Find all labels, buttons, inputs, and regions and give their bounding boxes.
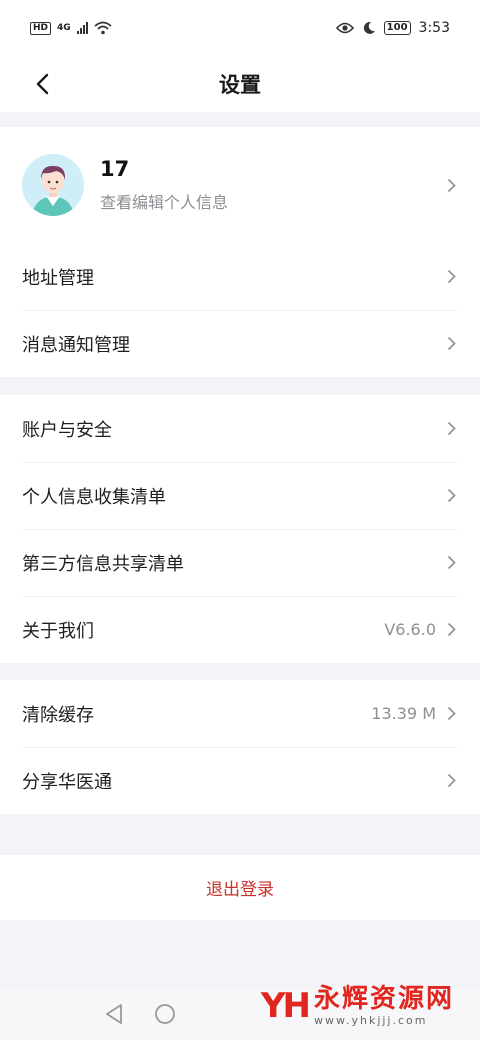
clear-cache-row[interactable]: 清除缓存 13.39 M bbox=[0, 680, 480, 747]
cache-size-value: 13.39 M bbox=[371, 704, 436, 723]
chevron-right-icon bbox=[444, 421, 458, 436]
network-type: 4G bbox=[57, 23, 71, 33]
notification-management-row[interactable]: 消息通知管理 bbox=[0, 310, 480, 377]
chevron-left-icon bbox=[36, 73, 49, 95]
profile-row[interactable]: 17 查看编辑个人信息 bbox=[0, 127, 480, 243]
chevron-right-icon bbox=[444, 773, 458, 788]
battery-indicator: 100 bbox=[383, 21, 411, 35]
wifi-icon bbox=[94, 21, 112, 35]
row-label: 关于我们 bbox=[22, 620, 94, 642]
chevron-right-icon bbox=[444, 336, 458, 351]
profile-name: 17 bbox=[100, 157, 130, 181]
chevron-right-icon bbox=[444, 178, 458, 192]
row-label: 清除缓存 bbox=[22, 704, 94, 726]
misc-section: 清除缓存 13.39 M 分享华医通 bbox=[0, 680, 480, 814]
row-label: 账户与安全 bbox=[22, 419, 112, 441]
avatar bbox=[22, 154, 84, 216]
about-us-row[interactable]: 关于我们 V6.6.0 bbox=[0, 596, 480, 663]
nav-back-icon[interactable] bbox=[104, 1003, 124, 1025]
personal-info-list-row[interactable]: 个人信息收集清单 bbox=[0, 462, 480, 529]
profile-section: 17 查看编辑个人信息 地址管理 消息通知管理 bbox=[0, 127, 480, 377]
row-label: 分享华医通 bbox=[22, 771, 112, 793]
watermark-logo: YH bbox=[260, 985, 311, 1026]
moon-icon bbox=[363, 21, 375, 34]
chevron-right-icon bbox=[444, 622, 458, 637]
row-label: 第三方信息共享清单 bbox=[22, 553, 184, 575]
row-label: 消息通知管理 bbox=[22, 334, 130, 356]
profile-subtitle: 查看编辑个人信息 bbox=[100, 193, 229, 212]
page-title: 设置 bbox=[219, 73, 261, 97]
back-button[interactable] bbox=[22, 64, 62, 104]
account-security-row[interactable]: 账户与安全 bbox=[0, 395, 480, 462]
hd-badge: HD bbox=[30, 21, 52, 35]
share-app-row[interactable]: 分享华医通 bbox=[0, 747, 480, 814]
third-party-sharing-row[interactable]: 第三方信息共享清单 bbox=[0, 529, 480, 596]
chevron-right-icon bbox=[444, 488, 458, 503]
chevron-right-icon bbox=[444, 269, 458, 284]
nav-home-icon[interactable] bbox=[154, 1003, 176, 1025]
watermark-url: www.yhkjjj.com bbox=[313, 1014, 428, 1027]
logout-button[interactable]: 退出登录 bbox=[0, 855, 480, 920]
watermark: YH 永辉资源网 www.yhkjjj.com bbox=[261, 984, 454, 1027]
status-bar: HD 4G 100 3:53 bbox=[0, 0, 480, 56]
watermark-name: 永辉资源网 bbox=[313, 984, 454, 1014]
row-label: 地址管理 bbox=[22, 267, 94, 289]
eye-icon bbox=[335, 22, 354, 34]
chevron-right-icon bbox=[444, 555, 458, 570]
settings-screen: HD 4G 100 3:53 设置 17 查看编辑个人信息 地址管理 消息通知管… bbox=[0, 0, 480, 1040]
chevron-right-icon bbox=[444, 706, 458, 721]
address-management-row[interactable]: 地址管理 bbox=[0, 243, 480, 310]
version-value: V6.6.0 bbox=[384, 620, 436, 639]
top-nav-bar: 设置 bbox=[0, 56, 480, 112]
row-label: 个人信息收集清单 bbox=[22, 486, 166, 508]
account-section: 账户与安全 个人信息收集清单 第三方信息共享清单 关于我们 V6.6.0 bbox=[0, 395, 480, 663]
clock: 3:53 bbox=[418, 20, 450, 36]
signal-icon bbox=[76, 22, 88, 34]
